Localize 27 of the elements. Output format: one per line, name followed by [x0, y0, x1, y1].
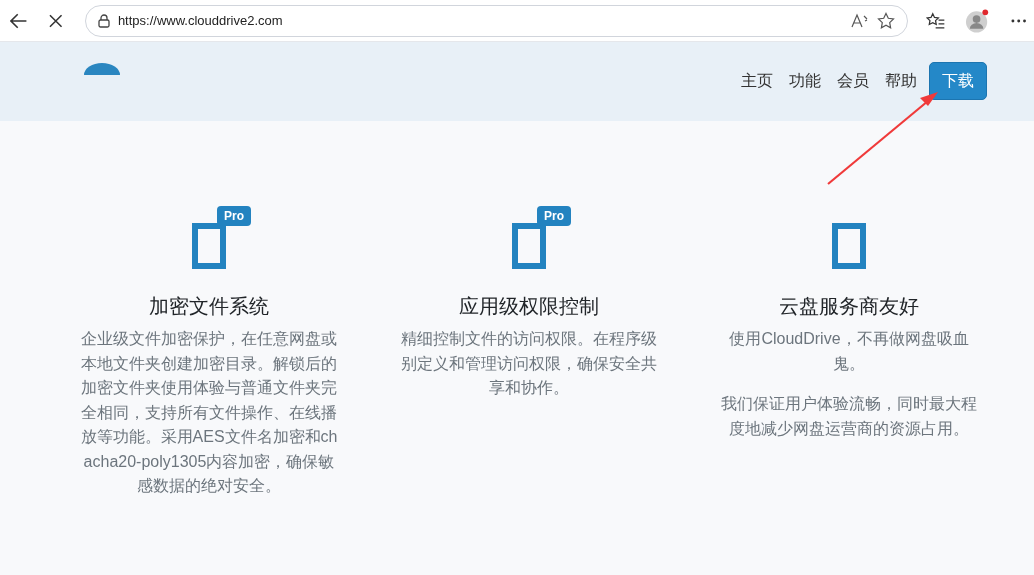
read-aloud-icon[interactable]	[851, 12, 870, 29]
feature-description: 我们保证用户体验流畅，同时最大程度地减少网盘运营商的资源占用。	[720, 394, 978, 439]
feature-description: 使用CloudDrive，不再做网盘吸血鬼。	[728, 329, 970, 374]
lock-icon	[97, 13, 110, 28]
feature-description: 企业级文件加密保护，在任意网盘或本地文件夹创建加密目录。解锁后的加密文件夹使用体验与普通文件夹完全相同，支持所有文件操作、在线播放等功能。采用AES文件名加密和chacha20-poly1305内容加密，确保敏感数据的绝对安全。	[79, 329, 339, 496]
nav-link[interactable]: 功能	[789, 69, 821, 93]
logo-icon	[84, 63, 120, 75]
star-icon[interactable]	[877, 11, 896, 30]
download-button[interactable]: 下载	[929, 62, 987, 100]
feature-title: 应用级权限控制	[459, 294, 599, 319]
avatar-icon[interactable]	[965, 7, 991, 34]
feature-title: 加密文件系统	[149, 294, 269, 319]
favorites-icon[interactable]	[926, 11, 946, 30]
pro-badge: Pro	[217, 206, 251, 226]
feature-icon	[832, 223, 866, 269]
nav-link[interactable]: 帮助	[885, 69, 917, 93]
feature-title: 云盘服务商友好	[779, 294, 919, 319]
pro-badge: Pro	[537, 206, 571, 226]
feature-icon	[512, 223, 546, 269]
close-icon[interactable]	[49, 13, 63, 28]
url-text: https://www.clouddrive2.com	[117, 11, 284, 30]
nav-link[interactable]: 主页	[741, 69, 773, 93]
feature-description: 精细控制文件的访问权限。在程序级别定义和管理访问权限，确保安全共享和协作。	[400, 329, 658, 398]
nav-link[interactable]: 会员	[837, 69, 869, 93]
feature-icon	[192, 223, 226, 269]
back-icon[interactable]	[10, 12, 28, 29]
more-icon[interactable]	[1010, 18, 1026, 23]
